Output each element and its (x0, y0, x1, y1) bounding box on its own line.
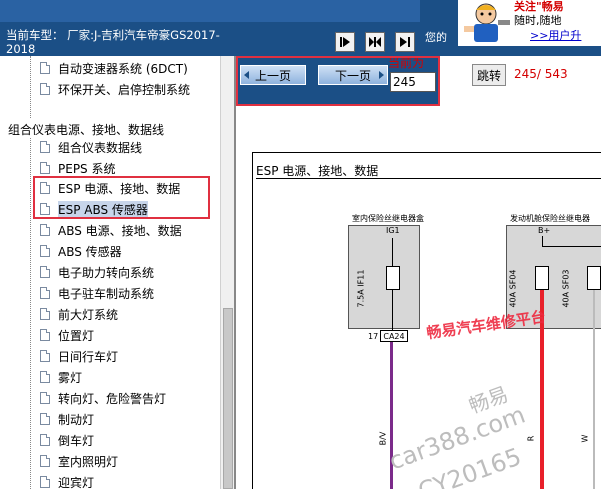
document-icon (40, 350, 50, 362)
pager-highlight-annotation (236, 56, 440, 106)
document-icon (40, 287, 50, 299)
tree-scrollbar[interactable] (220, 56, 234, 489)
internal-wire (542, 246, 601, 247)
double-arrow-icon (369, 37, 381, 47)
left-connector-number: 17 (368, 332, 379, 341)
left-fuse-label: 7.5A IF11 (356, 269, 366, 308)
ad-banner[interactable]: 关注"畅易 随时,随地 >>用户升 (458, 0, 601, 46)
right-fuse-2 (587, 266, 601, 290)
mascot-icon (464, 3, 510, 42)
document-icon (40, 434, 50, 446)
tree-item[interactable]: 室内照明灯 (40, 451, 118, 471)
left-fuse (386, 266, 400, 290)
document-icon (40, 266, 50, 278)
document-icon (40, 308, 50, 320)
play-icon (400, 37, 410, 47)
tree-item[interactable]: 倒车灯 (40, 430, 94, 450)
right-wire-1-label: R (526, 435, 536, 442)
user-upgrade-link[interactable]: >>用户升 (530, 27, 581, 43)
jump-button[interactable]: 跳转 (472, 64, 506, 86)
right-wire-2 (593, 290, 595, 489)
tree-item[interactable]: 位置灯 (40, 325, 94, 345)
tree-item[interactable]: 制动灯 (40, 409, 94, 429)
document-icon (40, 83, 50, 95)
left-pin-label: IG1 (386, 226, 400, 235)
page-navigator: 上一页 下一页 当前为 跳转 245/ 543 (236, 56, 601, 112)
play-icon (340, 37, 350, 47)
left-connector: CA24 (380, 330, 408, 342)
welcome-text: 您的 (425, 31, 447, 44)
ad-anytime: 随时,随地 (514, 14, 562, 27)
right-pin-label: B+ (538, 226, 551, 235)
left-box-label: 室内保险丝继电器盒 (352, 214, 424, 223)
right-fuse-1-label: 40A SF04 (508, 269, 518, 308)
internal-wire (542, 236, 543, 246)
fit-page-button[interactable] (365, 32, 385, 52)
scrollbar-thumb[interactable] (223, 308, 233, 489)
tree-item[interactable]: 日间行车灯 (40, 346, 118, 366)
tree-folder[interactable]: 组合仪表电源、接地、数据线 (8, 119, 164, 139)
tree-item[interactable]: 自动变速器系统 (6DCT) (40, 58, 188, 78)
tree-highlight-annotation (33, 176, 210, 219)
document-icon (40, 245, 50, 257)
internal-wire (392, 238, 393, 266)
first-page-button[interactable] (335, 32, 355, 52)
tree-item[interactable]: 雾灯 (40, 367, 82, 387)
tree-item[interactable]: 组合仪表数据线 (40, 137, 142, 157)
top-stripe (0, 0, 420, 22)
tree-item[interactable]: 电子助力转向系统 (40, 262, 154, 282)
right-fuse-2-label: 40A SF03 (561, 269, 571, 308)
catalog-tree: 自动变速器系统 (6DCT) 环保开关、启停控制系统 组合仪表电源、接地、数据线… (0, 56, 220, 489)
last-page-button[interactable] (395, 32, 415, 52)
tree-item[interactable]: 迎宾灯 (40, 472, 94, 489)
title-rule (256, 178, 601, 179)
tree-item[interactable]: PEPS 系统 (40, 158, 116, 178)
document-icon (40, 162, 50, 174)
top-bar: 当前车型： 厂家:J-吉利汽车帝豪GS2017-2018 您的 关注"畅易 随时… (0, 0, 601, 56)
tree-item[interactable]: ABS 传感器 (40, 241, 122, 261)
car-model-label: 当前车型： (6, 28, 64, 42)
tree-item[interactable]: 转向灯、危险警告灯 (40, 388, 166, 408)
tree-guide-line (30, 56, 31, 118)
tree-item[interactable]: 电子驻车制动系统 (40, 283, 154, 303)
diagram-viewer: ESP 电源、接地、数据 室内保险丝继电器盒 IG1 7.5A IF11 17 … (236, 112, 601, 489)
right-box-label: 发动机舱保险丝继电器 (510, 214, 590, 223)
tree-item[interactable]: 环保开关、启停控制系统 (40, 79, 190, 99)
document-icon (40, 476, 50, 488)
car-model-info: 当前车型： 厂家:J-吉利汽车帝豪GS2017-2018 (6, 28, 236, 56)
document-icon (40, 455, 50, 467)
page-count: 245/ 543 (514, 67, 568, 81)
internal-wire (392, 290, 393, 330)
tree-guide-line (30, 138, 31, 489)
left-wire-label: B/V (378, 431, 388, 446)
document-icon (40, 141, 50, 153)
document-icon (40, 224, 50, 236)
right-wire-2-label: W (580, 434, 590, 443)
document-icon (40, 413, 50, 425)
right-fuse-1 (535, 266, 549, 290)
tree-item[interactable]: ABS 电源、接地、数据 (40, 220, 182, 240)
tree-item[interactable]: 前大灯系统 (40, 304, 118, 324)
document-icon (40, 392, 50, 404)
document-icon (40, 62, 50, 74)
document-icon (40, 329, 50, 341)
diagram-title: ESP 电源、接地、数据 (256, 164, 379, 178)
document-icon (40, 371, 50, 383)
